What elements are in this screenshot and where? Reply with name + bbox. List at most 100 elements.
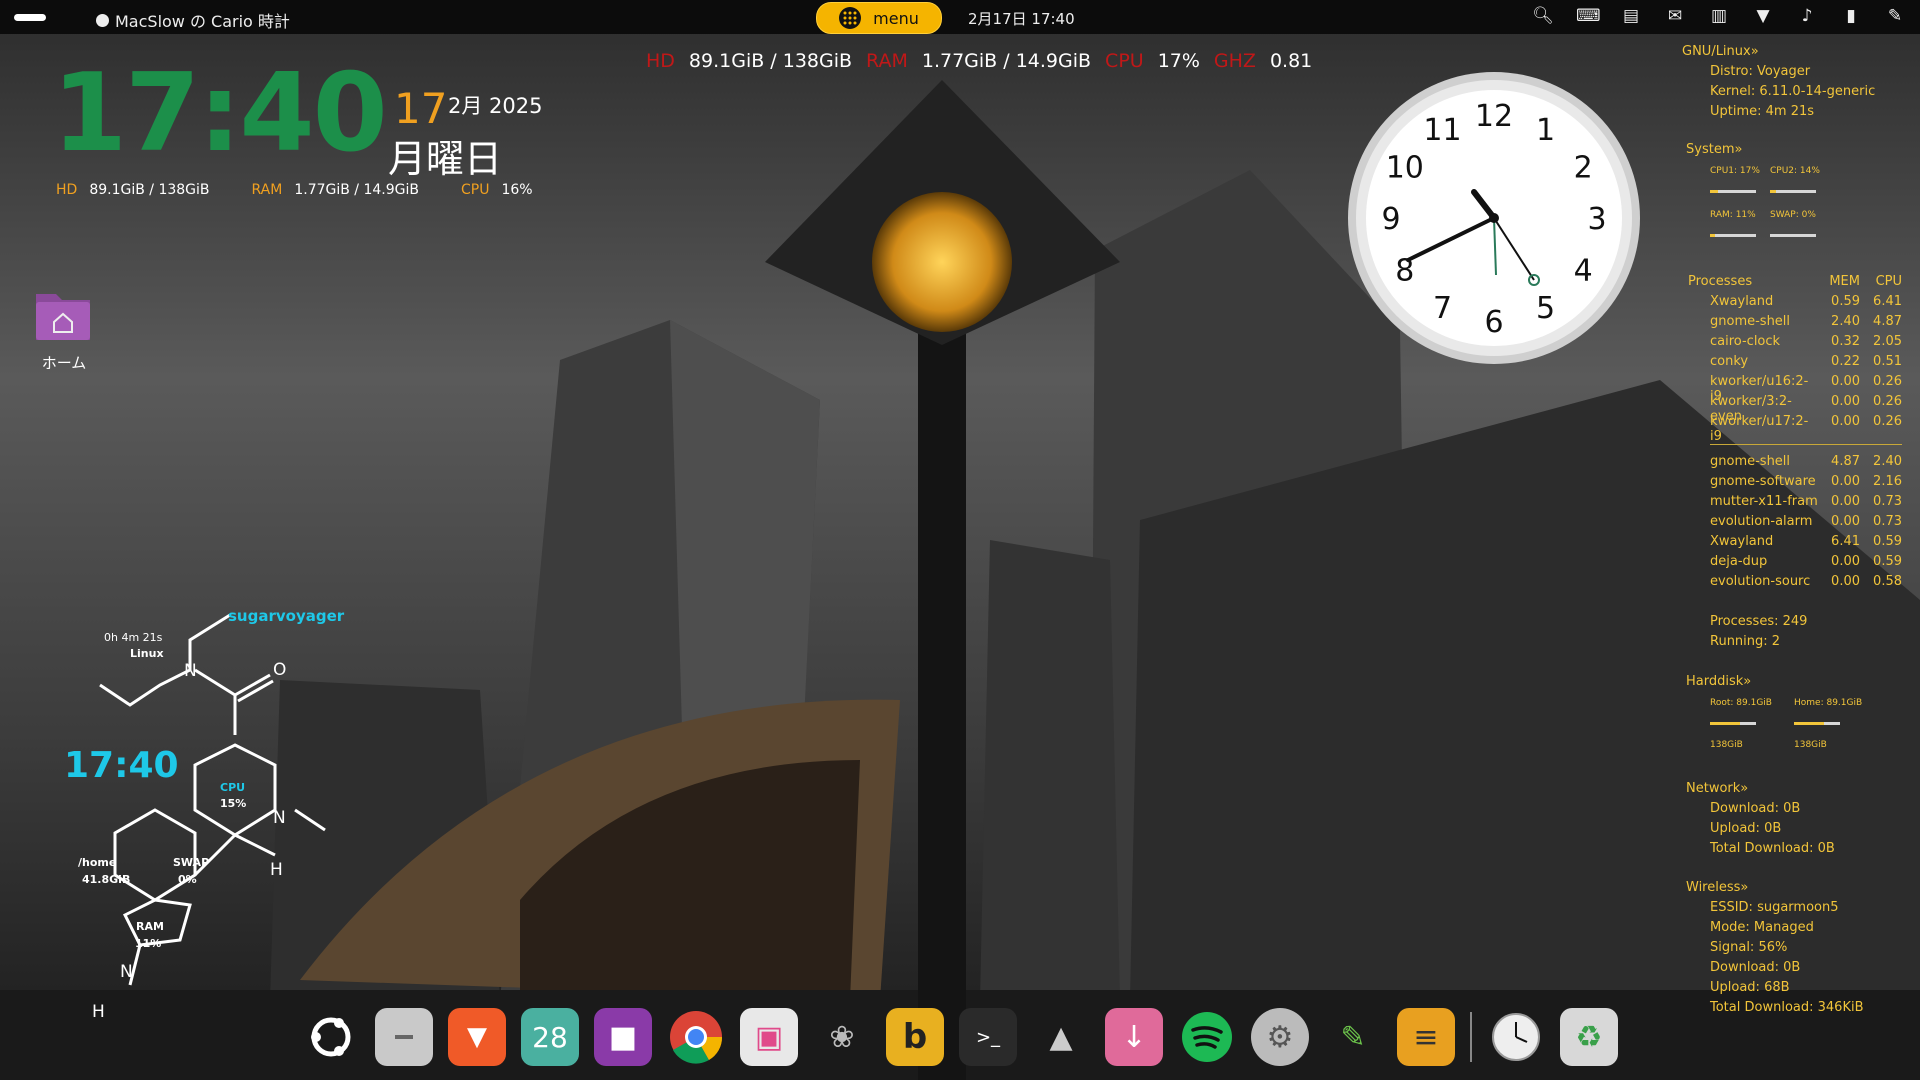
root-bar	[1710, 722, 1756, 725]
process-count: Processes: 249	[1710, 614, 1808, 629]
root-total: 138GiB	[1710, 740, 1743, 750]
inkscape-icon[interactable]: ▲	[1032, 1008, 1090, 1066]
editor-icon[interactable]: ✎	[1324, 1008, 1382, 1066]
process-row: Xwayland 0.59 6.41	[1710, 294, 1902, 309]
gnu-linux-header: GNU/Linux»	[1682, 44, 1759, 59]
calendar-icon[interactable]: 28	[521, 1008, 579, 1066]
wireless-total-download: Total Download: 346KiB	[1710, 1000, 1864, 1015]
battery-icon[interactable]: ▮	[1840, 6, 1862, 26]
clock-number: 7	[1433, 291, 1452, 326]
process-row: kworker/u17:2-i9 0.00 0.26	[1710, 414, 1902, 444]
clock-number: 3	[1587, 202, 1606, 237]
bluefish-icon[interactable]: b	[886, 1008, 944, 1066]
big-clock-time: 17:40	[52, 51, 388, 176]
swap-label: SWAP: 0%	[1770, 210, 1816, 220]
top-panel: MacSlow の Cario 時計 menu 2月17日 17:40 🔍︎ ⌨…	[0, 0, 1920, 34]
notes-icon[interactable]: ≡	[1397, 1008, 1455, 1066]
clock-number: 2	[1574, 151, 1593, 186]
brave-icon[interactable]: ▼	[448, 1008, 506, 1066]
conky-top-stats: HD 89.1GiB / 138GiB RAM 1.77GiB / 14.9Gi…	[646, 50, 1313, 72]
process-row: evolution-alarm 0.00 0.73	[1710, 514, 1902, 529]
atom-h-right: H	[270, 860, 283, 880]
clipboard-icon[interactable]: ▥	[1708, 6, 1730, 26]
cpu2-bar	[1770, 190, 1816, 193]
atom-n-bottom: N	[120, 962, 133, 982]
menu-button[interactable]: menu	[816, 2, 942, 34]
process-divider	[1710, 444, 1902, 445]
home-folder-icon[interactable]	[34, 288, 92, 342]
molecule-ram-label: RAM	[136, 920, 164, 933]
gimp-icon[interactable]: ❀	[813, 1008, 871, 1066]
ram-label: RAM: 11%	[1710, 210, 1756, 220]
mail-icon[interactable]: ✉	[1664, 6, 1686, 26]
spotify-icon[interactable]	[1178, 1008, 1236, 1066]
analog-clock: 12 1234567891011	[1348, 72, 1640, 364]
drive-icon[interactable]: ▤	[1620, 6, 1642, 26]
big-clock-month: 2月 2025	[448, 94, 543, 118]
terminal-icon[interactable]: >_	[959, 1008, 1017, 1066]
clock-icon[interactable]	[1487, 1008, 1545, 1066]
process-row: Xwayland 6.41 0.59	[1710, 534, 1902, 549]
photos-icon[interactable]: ▣	[740, 1008, 798, 1066]
molecule-cpu-label: CPU	[220, 781, 245, 794]
clock-number: 9	[1381, 202, 1400, 237]
dock: ▼ 28 ■ ▣ ❀ b >_ ▲ ↓ ⚙ ✎ ≡ ♻	[302, 1008, 1618, 1066]
network-total-download: Total Download: 0B	[1710, 841, 1835, 856]
wireless-essid: ESSID: sugarmoon5	[1710, 900, 1839, 915]
keyboard-icon[interactable]: ⌨	[1576, 6, 1601, 26]
trash-icon[interactable]: ♻	[1560, 1008, 1618, 1066]
pen-icon[interactable]: ✎	[1884, 6, 1906, 26]
dock-separator	[1470, 1012, 1472, 1062]
uptime-info: Uptime: 4m 21s	[1710, 104, 1815, 119]
wireless-signal: Signal: 56%	[1710, 940, 1788, 955]
process-row: mutter-x11-fram 0.00 0.73	[1710, 494, 1902, 509]
volume-icon[interactable]: ♪	[1796, 6, 1818, 26]
molecule-time: 17:40	[64, 745, 179, 786]
wifi-icon[interactable]: ▼	[1752, 6, 1774, 26]
clock-number: 6	[1484, 305, 1503, 340]
network-header: Network»	[1686, 781, 1749, 796]
video-icon[interactable]: ■	[594, 1008, 652, 1066]
molecule-uptime: 0h 4m 21s	[104, 631, 163, 644]
clock-number: 4	[1574, 254, 1593, 289]
home-folder-label[interactable]: ホーム	[34, 352, 94, 373]
harddisk-header: Harddisk»	[1686, 674, 1752, 689]
kernel-info: Kernel: 6.11.0-14-generic	[1710, 84, 1876, 99]
clock-number: 1	[1536, 113, 1555, 148]
settings-icon[interactable]: ⚙	[1251, 1008, 1309, 1066]
home-disk-total: 138GiB	[1794, 740, 1827, 750]
process-row: gnome-software 0.00 2.16	[1710, 474, 1902, 489]
files-icon[interactable]	[375, 1008, 433, 1066]
big-clock-weekday: 月曜日	[388, 137, 503, 181]
archive-icon[interactable]: ↓	[1105, 1008, 1163, 1066]
clock-number: 11	[1423, 113, 1461, 148]
molecule-swap-label: SWAP	[173, 856, 209, 869]
atom-h-bottom: H	[92, 1002, 105, 1022]
molecule-home-label: /home	[78, 856, 116, 869]
ram-bar	[1710, 234, 1756, 237]
process-row: deja-dup 0.00 0.59	[1710, 554, 1902, 569]
home-disk-label: Home: 89.1GiB	[1794, 698, 1863, 708]
big-clock-day: 17	[394, 84, 448, 133]
cpu1-bar	[1710, 190, 1756, 193]
atom-n-top: N	[184, 661, 197, 681]
process-row: evolution-sourc 0.00 0.58	[1710, 574, 1902, 589]
cpu2-label: CPU2: 14%	[1770, 166, 1820, 176]
focused-app-label[interactable]: MacSlow の Cario 時計	[96, 8, 290, 32]
running-count: Running: 2	[1710, 634, 1781, 649]
molecule-conky: sugarvoyager 0h 4m 21s Linux N O 17:40 C…	[64, 607, 345, 1022]
chrome-icon[interactable]	[667, 1008, 725, 1066]
process-table-header: Processes MEM CPU	[1688, 274, 1902, 289]
cpu1-label: CPU1: 17%	[1710, 166, 1760, 176]
ubuntu-icon[interactable]	[302, 1008, 360, 1066]
user-label: sugarvoyager	[228, 607, 345, 625]
atom-o: O	[273, 660, 286, 680]
process-row: cairo-clock 0.32 2.05	[1710, 334, 1902, 349]
search-icon[interactable]: 🔍︎	[1532, 6, 1554, 26]
date-time-button[interactable]: 2月17日 17:40	[968, 8, 1075, 29]
molecule-os: Linux	[130, 647, 164, 660]
molecule-home-value: 41.8GiB	[82, 873, 130, 886]
home-disk-bar	[1794, 722, 1840, 725]
system-header: System»	[1686, 142, 1743, 157]
activities-button[interactable]	[14, 14, 46, 21]
